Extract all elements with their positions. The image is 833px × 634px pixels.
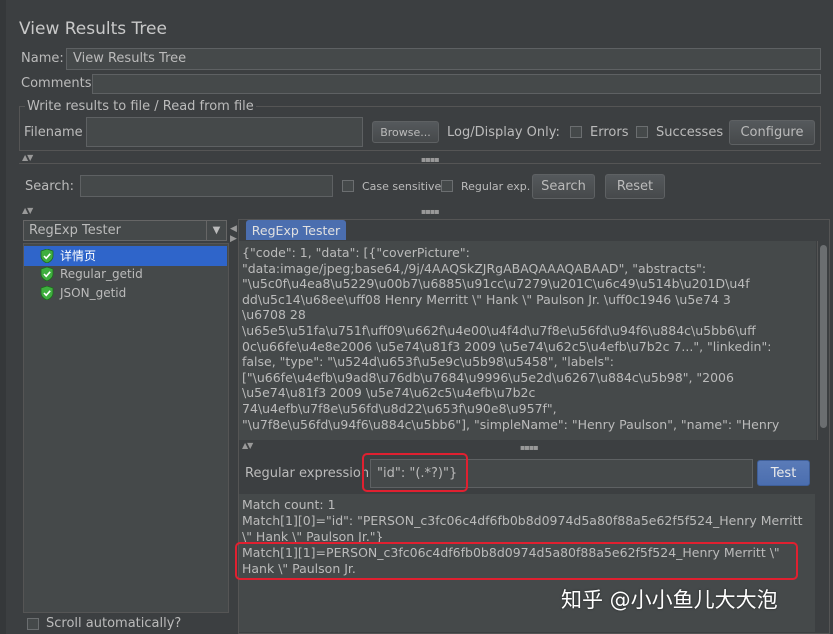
tab-regexp-tester[interactable]: RegExp Tester <box>246 220 346 240</box>
case-sensitive-checkbox[interactable] <box>342 180 354 192</box>
response-data-area[interactable]: {"code": 1, "data": [{"coverPicture": "d… <box>239 241 816 440</box>
response-line: false, "type": "\u524d\u653f\u5e9c\u5b98… <box>242 354 614 370</box>
watermark: 知乎 @小小鱼儿大大泡 <box>561 588 778 612</box>
tree-item-regular-getid[interactable]: Regular_getid <box>40 267 143 281</box>
divider <box>19 163 821 164</box>
success-shield-icon <box>40 248 54 263</box>
renderer-select-value: RegExp Tester <box>29 223 121 238</box>
regular-exp-checkbox[interactable] <box>441 180 453 192</box>
comments-label: Comments: <box>21 76 96 91</box>
name-label: Name: <box>21 51 64 66</box>
file-section-legend: Write results to file / Read from file <box>25 99 256 114</box>
search-input[interactable] <box>80 175 333 197</box>
response-line: 74\u4efb\u7f8e\u56fd\u8d22\u653f\u90e8\u… <box>242 400 557 416</box>
tree-item-detail[interactable]: 详情页 <box>40 247 96 264</box>
response-line: "data:image/jpeg;base64,/9j/4AAQSkZJRgAB… <box>242 260 707 276</box>
match-line: Match[1][0]="id": "PERSON_c3fc06c4df6fb0… <box>242 513 803 528</box>
left-edge <box>0 0 6 634</box>
response-line: \u5e74\u81f3 2009 \u5e74\u62c5\u4efb\u7b… <box>242 385 536 401</box>
tree-item-label: JSON_getid <box>60 286 127 300</box>
errors-label: Errors <box>590 125 629 140</box>
name-field[interactable]: View Results Tree <box>66 48 821 70</box>
response-line: \u6708 28 <box>242 307 306 323</box>
configure-button[interactable]: Configure <box>729 120 815 145</box>
tree-item-json-getid[interactable]: JSON_getid <box>40 286 126 300</box>
collapse-arrows-icon[interactable]: ▲▼ <box>22 206 33 215</box>
window-title: View Results Tree <box>19 19 167 39</box>
collapse-arrows-icon[interactable]: ▲▼ <box>242 441 253 450</box>
filename-label: Filename <box>24 125 83 140</box>
response-line: ["\u66fe\u4efb\u9ad8\u76db\u7684\u9996\u… <box>242 369 734 385</box>
log-display-label: Log/Display Only: <box>447 125 560 140</box>
response-line: {"code": 1, "data": [{"coverPicture": <box>242 245 470 260</box>
scrollbar-thumb[interactable] <box>820 245 827 428</box>
highlight-box <box>235 542 798 580</box>
success-shield-icon <box>40 286 54 300</box>
regex-label: Regular expression: <box>245 466 374 481</box>
response-scrollbar[interactable] <box>817 241 829 440</box>
filename-field[interactable] <box>86 117 363 147</box>
regular-exp-label: Regular exp. <box>461 180 531 193</box>
successes-checkbox[interactable] <box>636 126 648 138</box>
search-label: Search: <box>25 179 75 194</box>
tree-item-label: Regular_getid <box>60 267 143 281</box>
renderer-select[interactable]: RegExp Tester ▼ <box>23 220 227 241</box>
splitter-grip-icon[interactable]: ▪▪▪▪ <box>421 207 440 216</box>
tree-item-label: 详情页 <box>60 249 97 263</box>
scroll-auto-label: Scroll automatically? <box>46 616 182 631</box>
reset-button[interactable]: Reset <box>605 174 665 199</box>
splitter-grip-icon[interactable]: ▪▪▪▪ <box>520 443 539 452</box>
success-shield-icon <box>40 267 54 281</box>
response-line: dd\u5c14\u68ee\uff08 Henry Merritt \" Ha… <box>242 291 731 307</box>
browse-button[interactable]: Browse... <box>372 121 439 143</box>
comments-field[interactable] <box>92 74 821 94</box>
right-arrow-icon[interactable]: ▶ <box>230 234 237 244</box>
left-arrow-icon[interactable]: ◀ <box>230 224 237 234</box>
case-sensitive-label: Case sensitive <box>362 180 442 193</box>
response-line: "\u7f8e\u56fd\u94f6\u884c\u5bb6"], "simp… <box>242 416 780 432</box>
scroll-auto-checkbox[interactable] <box>27 618 39 630</box>
response-line: 0c\u66fe\u4e8e2006 \u5e74\u81f3 2009 \u5… <box>242 338 772 354</box>
highlight-box <box>362 453 468 492</box>
successes-label: Successes <box>656 125 724 140</box>
response-line: \u65e5\u51fa\u751f\uff09\u662f\u4e00\u4f… <box>242 322 756 338</box>
response-line: "\u5c0f\u4ea8\u5229\u00b7\u6885\u91cc\u7… <box>242 276 750 292</box>
errors-checkbox[interactable] <box>570 126 582 138</box>
collapse-arrows-icon[interactable]: ▲▼ <box>22 153 33 162</box>
test-button[interactable]: Test <box>757 460 810 486</box>
match-count: Match count: 1 <box>242 497 336 512</box>
chevron-down-icon[interactable]: ▼ <box>206 221 226 240</box>
search-button[interactable]: Search <box>532 174 595 199</box>
